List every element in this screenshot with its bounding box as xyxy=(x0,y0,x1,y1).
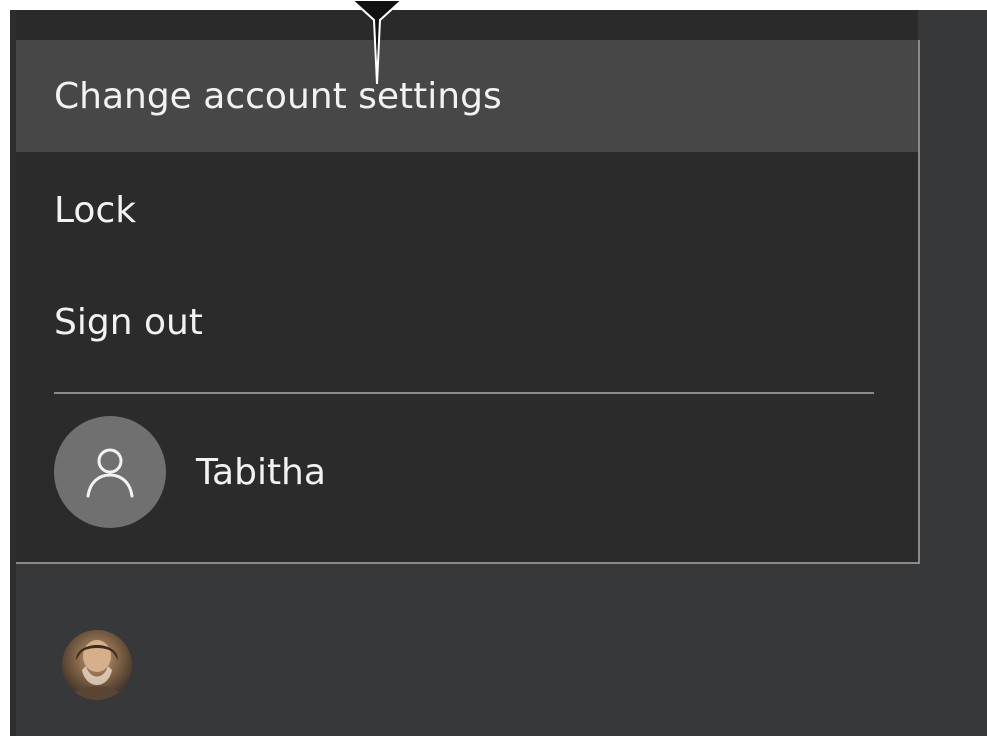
pointer-cursor-icon xyxy=(352,0,402,85)
change-account-settings-item[interactable]: Change account settings xyxy=(16,40,918,152)
panel-top-band xyxy=(16,10,918,40)
user-avatar xyxy=(54,416,166,528)
menu-separator xyxy=(54,392,874,394)
sign-out-label: Sign out xyxy=(54,301,203,343)
user-photo-avatar[interactable] xyxy=(62,630,132,700)
lock-label: Lock xyxy=(54,189,137,231)
portrait-photo-icon xyxy=(68,640,126,700)
change-account-settings-label: Change account settings xyxy=(54,75,502,117)
switch-user-item[interactable]: Tabitha xyxy=(54,416,326,528)
sign-out-item[interactable]: Sign out xyxy=(16,266,918,378)
person-icon xyxy=(86,448,134,498)
user-name: Tabitha xyxy=(196,451,326,493)
screen: Change account settings Lock Sign out Ta… xyxy=(0,0,987,736)
lock-item[interactable]: Lock xyxy=(16,154,918,266)
account-flyout: Change account settings Lock Sign out Ta… xyxy=(16,40,920,564)
